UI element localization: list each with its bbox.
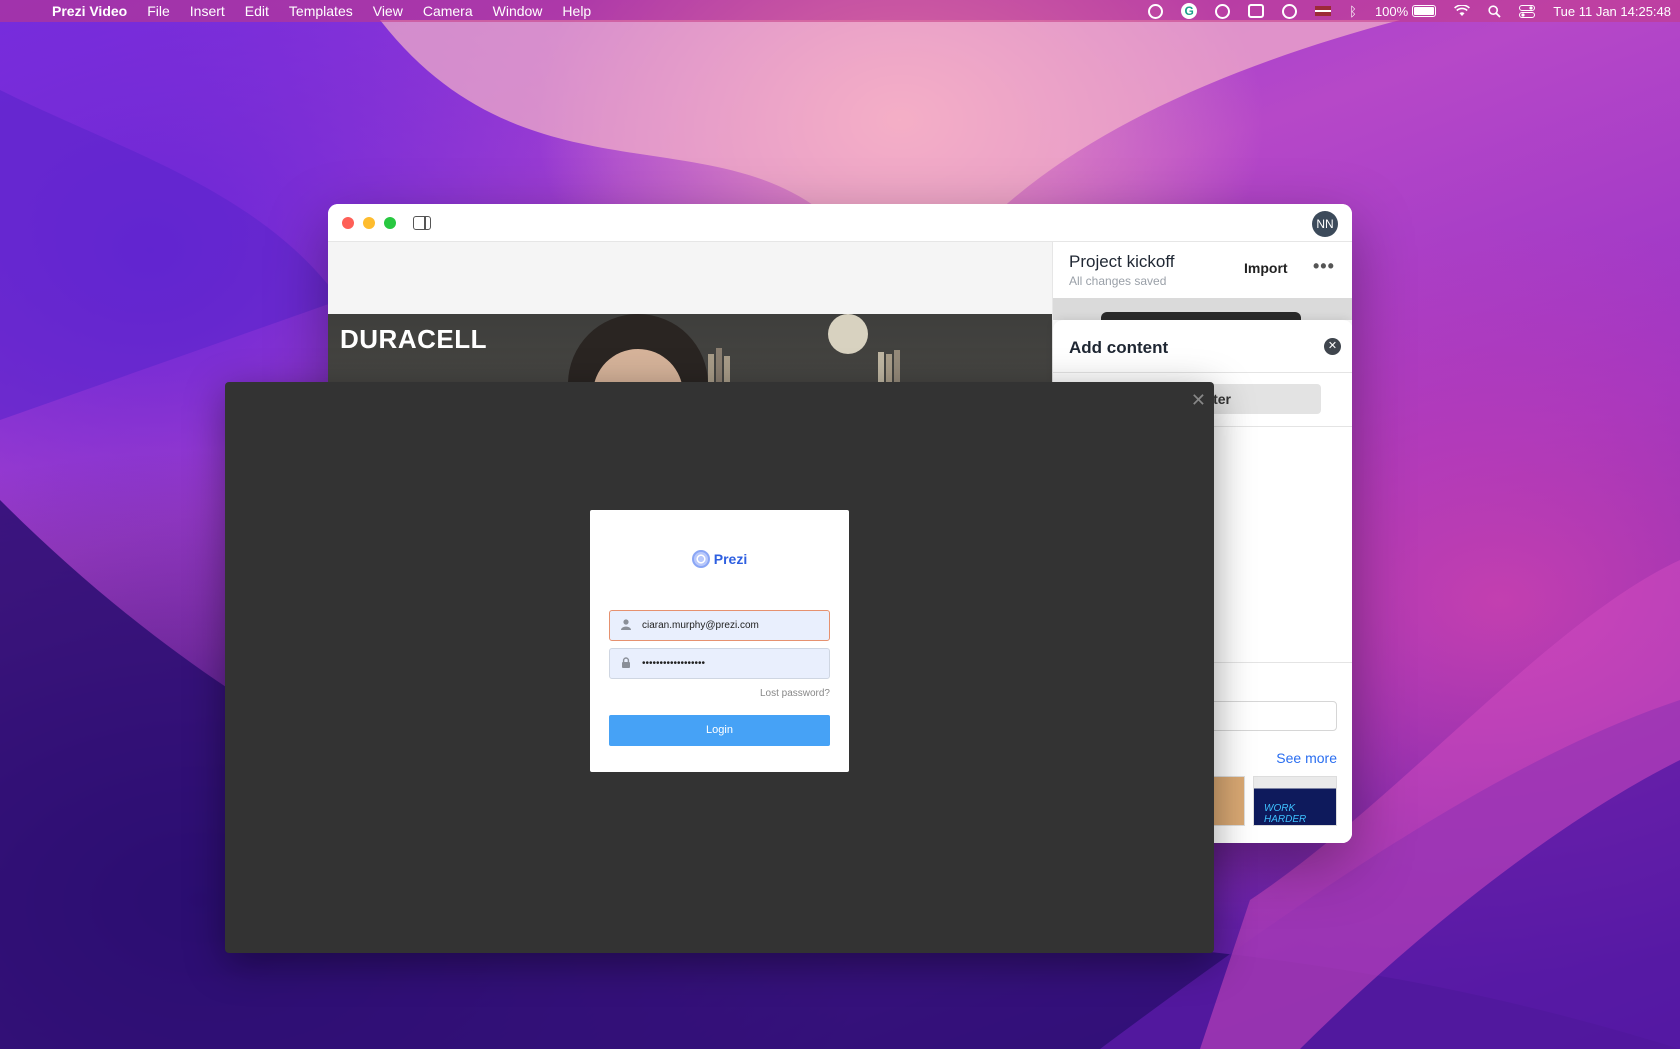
lock-icon [610, 656, 642, 671]
bluetooth-icon[interactable]: ᛒ [1340, 4, 1366, 19]
menu-file[interactable]: File [137, 3, 180, 19]
status-area: G ᛒ 100% Tue 11 Jan 14:25:48 [1139, 0, 1680, 22]
battery-percent: 100% [1374, 3, 1409, 19]
title-bar: NN [328, 204, 1352, 242]
control-center-icon[interactable] [1510, 4, 1544, 18]
login-card: Prezi Lost password? Login [590, 510, 849, 772]
zoom-window-button[interactable] [384, 217, 396, 229]
battery-icon [1412, 5, 1437, 17]
email-field[interactable] [609, 610, 830, 641]
status-flag-icon[interactable] [1306, 6, 1340, 16]
password-field[interactable] [609, 648, 830, 679]
slide-thumbnail-strip [1053, 298, 1352, 322]
status-camera-icon[interactable] [1239, 4, 1273, 18]
save-status: All changes saved [1069, 274, 1167, 288]
lost-password-link[interactable]: Lost password? [760, 688, 830, 699]
menu-help[interactable]: Help [552, 3, 601, 19]
thumbnail-text: WORK HARDER [1264, 803, 1307, 825]
menu-app-name[interactable]: Prezi Video [52, 3, 137, 19]
spotlight-search-icon[interactable] [1479, 4, 1510, 18]
menu-templates[interactable]: Templates [279, 3, 363, 19]
status-fingerprint-icon[interactable] [1139, 3, 1172, 19]
status-grammarly-icon[interactable]: G [1172, 3, 1206, 19]
close-icon[interactable]: ✕ [1324, 338, 1341, 355]
login-button[interactable]: Login [609, 715, 830, 746]
add-content-title: Add content [1069, 338, 1169, 357]
prezi-logo: Prezi [590, 550, 849, 568]
minimize-window-button[interactable] [363, 217, 375, 229]
sidebar-toggle-icon[interactable] [413, 216, 431, 230]
globe-background [828, 314, 868, 354]
brand-logo-overlay: DURACELL [340, 324, 487, 354]
prezi-logo-icon [691, 550, 710, 568]
menu-edit[interactable]: Edit [235, 3, 279, 19]
battery-status[interactable]: 100% [1366, 4, 1445, 19]
menu-insert[interactable]: Insert [180, 3, 235, 19]
close-window-button[interactable] [342, 217, 354, 229]
close-icon[interactable]: ✕ [1191, 390, 1206, 411]
more-options-icon[interactable]: ••• [1313, 256, 1335, 277]
menu-window[interactable]: Window [483, 3, 553, 19]
content-thumbnail[interactable]: WORK HARDER [1253, 776, 1337, 826]
project-title[interactable]: Project kickoff [1069, 252, 1175, 272]
menu-clock[interactable]: Tue 11 Jan 14:25:48 [1544, 4, 1680, 19]
see-more-link[interactable]: See more [1276, 750, 1337, 766]
email-input[interactable] [642, 620, 822, 631]
prezi-logo-text: Prezi [713, 551, 748, 567]
menu-bar: Prezi Video File Insert Edit Templates V… [0, 0, 1680, 22]
login-modal: ✕ Prezi Lost password? Login [225, 382, 1214, 953]
menu-camera[interactable]: Camera [413, 3, 483, 19]
user-icon [610, 618, 642, 633]
wifi-icon[interactable] [1445, 5, 1479, 17]
import-button[interactable]: Import [1244, 260, 1288, 276]
divider [1053, 372, 1352, 373]
password-input[interactable] [642, 658, 822, 669]
status-play-icon[interactable] [1273, 3, 1306, 19]
status-sync-icon[interactable] [1206, 3, 1239, 19]
menu-view[interactable]: View [363, 3, 413, 19]
user-avatar[interactable]: NN [1312, 211, 1338, 237]
